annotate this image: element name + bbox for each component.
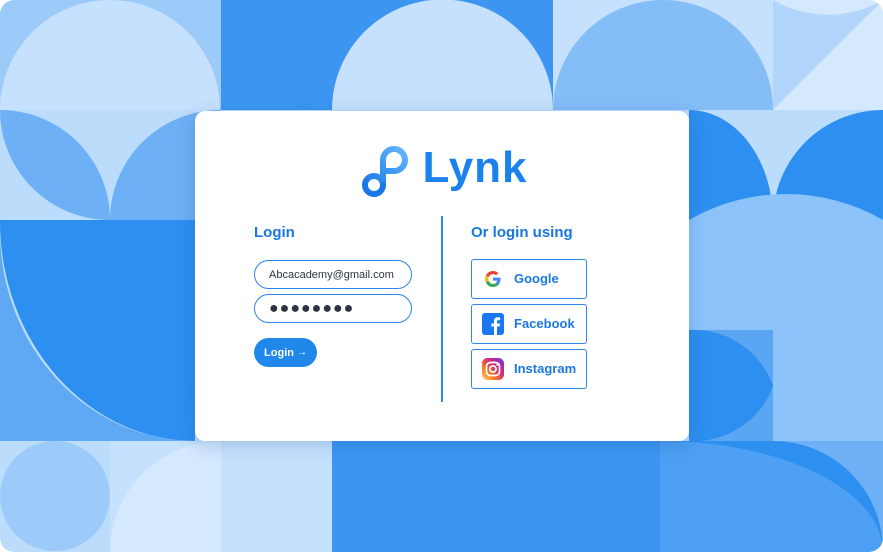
instagram-login-button[interactable]: Instagram bbox=[471, 349, 587, 389]
email-field[interactable] bbox=[254, 260, 412, 289]
facebook-login-button[interactable]: Facebook bbox=[471, 304, 587, 344]
login-title: Login bbox=[254, 224, 295, 241]
vertical-divider bbox=[441, 216, 443, 402]
login-card: Lynk Login Login → Or login using Google… bbox=[195, 111, 689, 441]
login-button-label: Login bbox=[264, 346, 294, 359]
instagram-label: Instagram bbox=[514, 361, 577, 376]
google-label: Google bbox=[514, 271, 559, 286]
facebook-icon bbox=[482, 313, 504, 335]
arrow-right-icon: → bbox=[296, 347, 307, 358]
brand-header: Lynk bbox=[195, 141, 689, 201]
google-icon bbox=[482, 268, 504, 290]
lynk-logo-icon bbox=[362, 146, 409, 197]
facebook-label: Facebook bbox=[514, 316, 575, 331]
login-button[interactable]: Login → bbox=[254, 338, 317, 367]
social-login-title: Or login using bbox=[471, 224, 573, 241]
google-login-button[interactable]: Google bbox=[471, 259, 587, 299]
brand-name: Lynk bbox=[422, 143, 528, 192]
instagram-icon bbox=[482, 358, 504, 380]
password-field[interactable] bbox=[254, 294, 412, 323]
